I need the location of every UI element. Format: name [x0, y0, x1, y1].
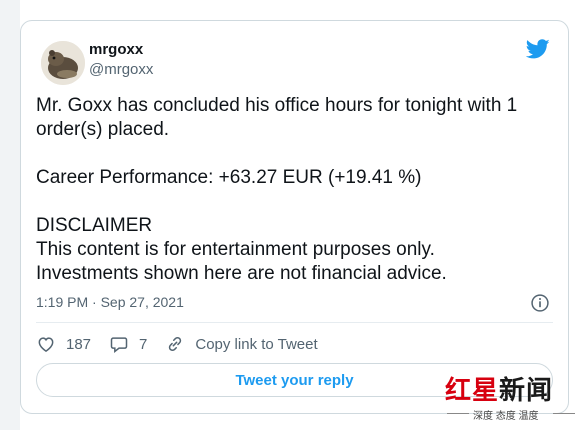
watermark-rule: [447, 413, 469, 414]
watermark-logo: 红星新闻 深度 态度 温度: [445, 370, 580, 425]
tweet-line: This content is for entertainment purpos…: [36, 239, 435, 260]
tweet-text: Mr. Goxx has concluded his office hours …: [36, 94, 556, 286]
reply-action[interactable]: 7: [109, 334, 147, 354]
avatar[interactable]: [41, 41, 85, 85]
reply-count: 7: [139, 335, 148, 353]
info-icon[interactable]: [530, 293, 550, 313]
copy-link-button[interactable]: Copy link to Tweet: [165, 334, 318, 354]
watermark-rule: [553, 413, 575, 414]
reply-icon: [110, 337, 128, 354]
tweet-line: Mr. Goxx has concluded his office hours …: [36, 95, 518, 140]
like-count: 187: [66, 335, 92, 353]
heart-icon: [38, 337, 54, 352]
like-button[interactable]: 187: [36, 334, 91, 354]
tweet-line: Investments shown here are not financial…: [36, 263, 447, 284]
tweet-timestamp[interactable]: 1:19 PM · Sep 27, 2021: [36, 294, 184, 310]
copy-link-label: Copy link to Tweet: [195, 335, 318, 353]
watermark-black-text: 新闻: [499, 376, 554, 406]
user-display-name[interactable]: mrgoxx: [89, 41, 143, 58]
background-strip: [0, 0, 20, 430]
tweet-line: Career Performance: +63.27 EUR (+19.41 %…: [36, 167, 422, 188]
tweet-actions: 187 7 Copy link to Tweet: [36, 334, 336, 354]
link-icon: [169, 336, 182, 352]
tweet-card: mrgoxx @mrgoxx Mr. Goxx has concluded hi…: [20, 20, 569, 414]
watermark-tagline: 深度 态度 温度: [473, 411, 539, 422]
tweet-line: DISCLAIMER: [36, 215, 153, 236]
user-handle[interactable]: @mrgoxx: [89, 61, 153, 78]
twitter-bird-icon[interactable]: [526, 37, 550, 61]
watermark-red-text: 红星: [445, 376, 500, 406]
watermark-title: 红星新闻: [445, 370, 553, 407]
divider: [36, 322, 553, 323]
